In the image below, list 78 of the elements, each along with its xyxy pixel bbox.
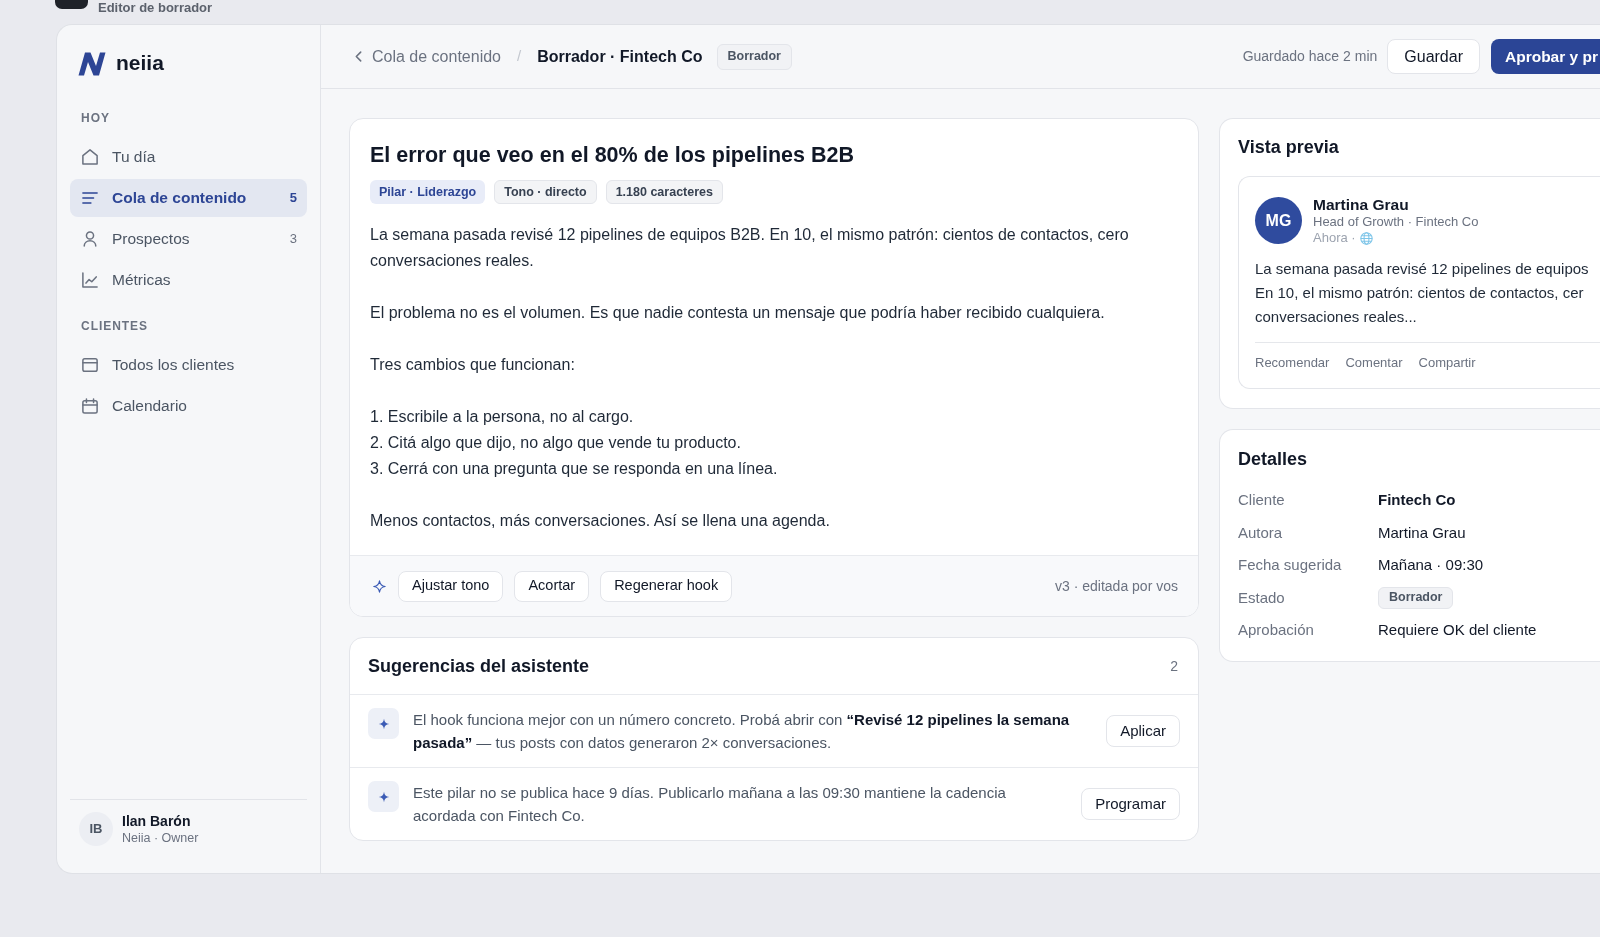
nav-item[interactable]: Métricas [70,261,307,299]
status-tag: Borrador [1378,586,1454,609]
sparkle-icon [373,579,386,593]
breadcrumb-separator: / [517,46,522,67]
version-note: v3 · editada por vos [1055,576,1178,596]
suggestions-title: Sugerencias del asistente [368,654,590,678]
list-item: 1. Escribile a la persona, no al cargo. [370,407,635,427]
logo-icon [78,50,106,76]
sparkle-icon [368,708,399,739]
detail-label: Cliente [1238,490,1286,510]
ai-action-button[interactable]: Acortar [514,570,590,602]
author-avatar: MG [1255,197,1302,244]
user-role: Neiia · Owner [122,829,199,846]
calendar-icon [82,398,98,414]
chevron-left-icon [355,51,362,62]
globe-icon [1359,231,1373,245]
nav-item[interactable]: Prospectos 3 [70,220,307,258]
app-icon [55,0,88,9]
suggestion-text: El hook funciona mejor con un número concreto. Probá abrir con “Revisé 12 pipelines la semana pasada” — tus posts con datos generaron 2× conversaciones. [413,710,1071,753]
user-name: Ilan Barón [122,812,192,830]
save-button[interactable]: Guardar [1387,39,1480,74]
window-icon [82,357,98,373]
post-tag: Pilar · Liderazgo [370,180,486,204]
post-paragraph: Tres cambios que funcionan: [370,355,576,375]
item-count: 5 [289,189,297,208]
suggestion-text: Este pilar no se publica hace 9 días. Publicarlo mañana a las 09:30 mantiene la cadencia acordada con Fintech Co. [413,783,1007,826]
ai-action-button[interactable]: Ajustar tono [398,570,504,602]
detail-label: Autora [1238,522,1284,543]
section-heading: HOY [80,110,111,126]
section-heading: CLIENTES [80,318,150,334]
preview-title: Vista previa [1238,136,1340,159]
post-paragraph: El problema no es el volumen. Es que nadie contesta un mensaje que podría haber recibido cualquiera. [370,303,1106,323]
person-icon [82,231,98,247]
nav-item[interactable]: Tu día [70,138,307,176]
author-name: Martina Grau [1313,195,1410,214]
post-action-link[interactable]: Recomendar [1255,354,1330,372]
line-chart-icon [82,272,98,288]
house-icon [82,149,98,165]
list-item: 3. Cerrá con una pregunta que se responda en una línea. [370,459,779,479]
logo-text: neiia [116,50,164,76]
page-title: Editor de borrador [98,0,213,15]
list-icon [82,190,98,206]
detail-label: Aprobación [1238,620,1315,640]
post-action-link[interactable]: Compartir [1418,354,1476,372]
details-title: Detalles [1238,448,1309,471]
detail-label: Estado [1238,587,1286,608]
nav-item[interactable]: Calendario [70,387,307,425]
post-action-link[interactable]: Comentar [1345,354,1403,372]
suggestion-count: 2 [1170,656,1178,676]
nav-item[interactable]: Cola de contenido 5 [70,179,307,217]
status-tag: Borrador [716,43,792,70]
post-tag: Tono · directo [494,180,597,204]
back-link[interactable]: Cola de contenido [355,44,501,69]
save-status: Guardado hace 2 min [1242,47,1378,66]
preview-text-line: La semana pasada revisé 12 pipelines de equipos [1255,259,1590,279]
item-count: 3 [289,230,297,249]
post-time: Ahora · [1313,230,1356,246]
post-paragraph: La semana pasada revisé 12 pipelines de equipos B2B. En 10, el mismo patrón: cientos de contactos, cero conversaciones reales. [370,225,1130,271]
detail-value: Fintech Co [1378,490,1456,510]
list-item: 2. Citá algo que dijo, no algo que vende tu producto. [370,433,742,453]
page-heading: Borrador · Fintech Co [537,46,703,67]
detail-value: Mañana · 09:30 [1378,555,1484,575]
preview-text-line: En 10, el mismo patrón: cientos de contactos, cer [1255,283,1585,303]
detail-value: Requiere OK del cliente [1378,620,1537,640]
ai-action-button[interactable]: Regenerar hook [600,570,733,602]
author-headline: Head of Growth · Fintech Co [1313,214,1479,230]
detail-label: Fecha sugerida [1238,555,1343,575]
approve-button[interactable]: Aprobar y pr [1491,39,1600,74]
user-avatar: IB [79,812,113,846]
post-paragraph: Menos contactos, más conversaciones. Así se llena una agenda. [370,511,831,531]
detail-value: Martina Grau [1378,522,1466,543]
preview-text-line: conversaciones reales... [1255,307,1418,327]
sparkle-icon [368,781,399,812]
post-title: El error que veo en el 80% de los pipelines B2B [370,142,855,169]
post-tag: 1.180 caracteres [605,180,723,204]
suggestion-action-button[interactable]: Aplicar [1106,715,1180,747]
nav-item[interactable]: Todos los clientes [70,346,307,384]
suggestion-action-button[interactable]: Programar [1081,788,1180,820]
